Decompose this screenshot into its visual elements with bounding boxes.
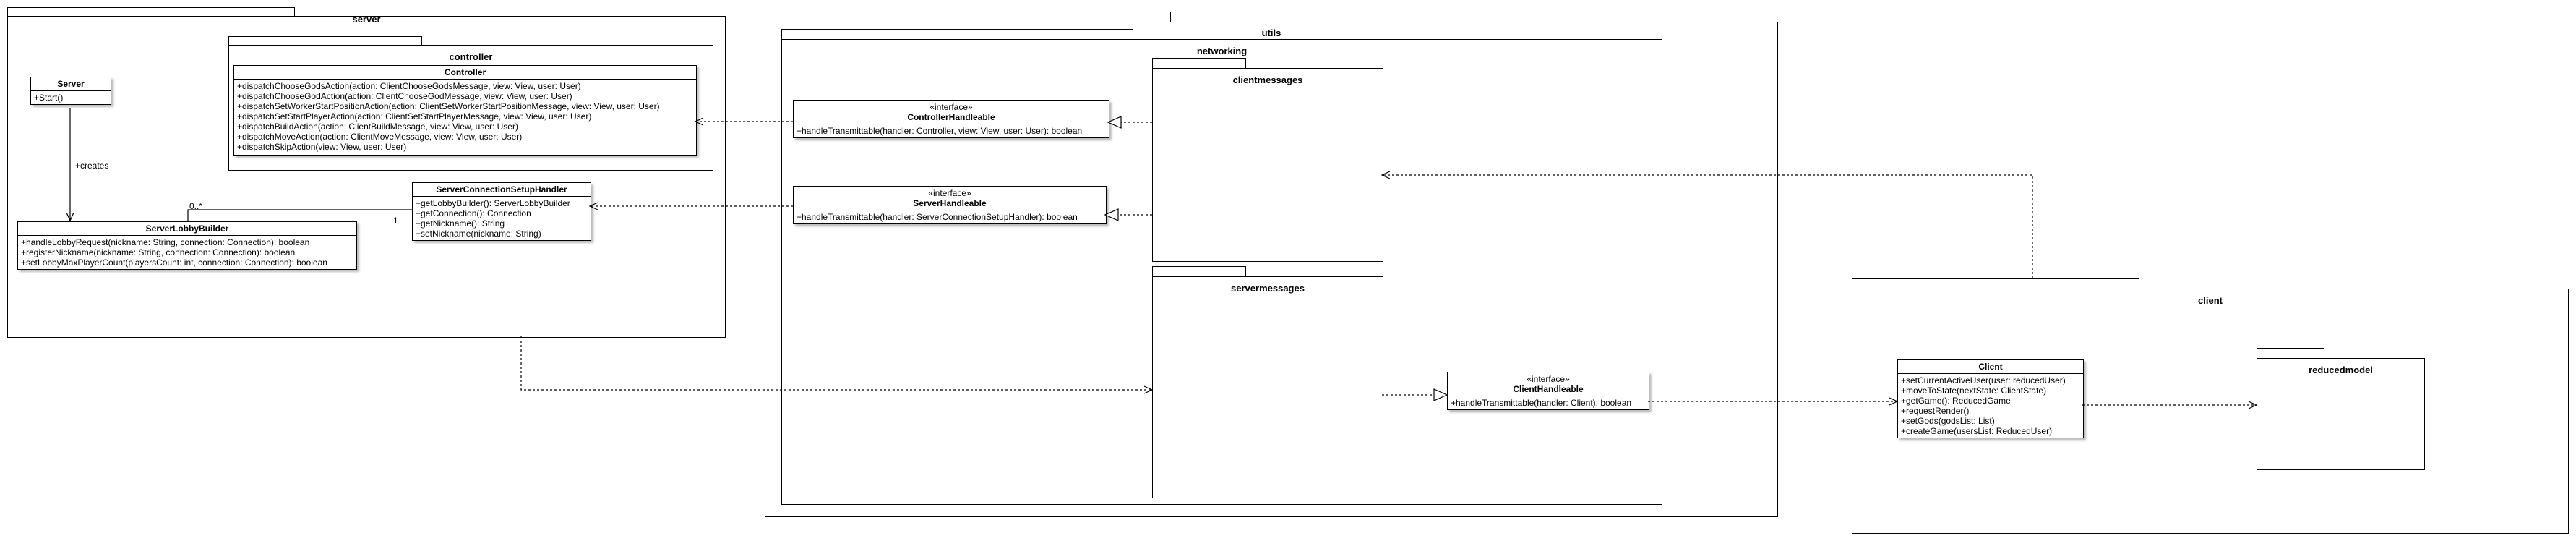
multiplicity-one-label: 1 (393, 216, 398, 226)
client-to-clientmessages-dependency (1381, 171, 2033, 278)
creates-label: +creates (75, 161, 109, 171)
multiplicity-many-label: 0..* (189, 201, 203, 211)
lobby-setup-association (187, 209, 412, 221)
connectors-layer (66, 108, 2258, 409)
server-to-servermessages-dependency (520, 336, 1154, 394)
